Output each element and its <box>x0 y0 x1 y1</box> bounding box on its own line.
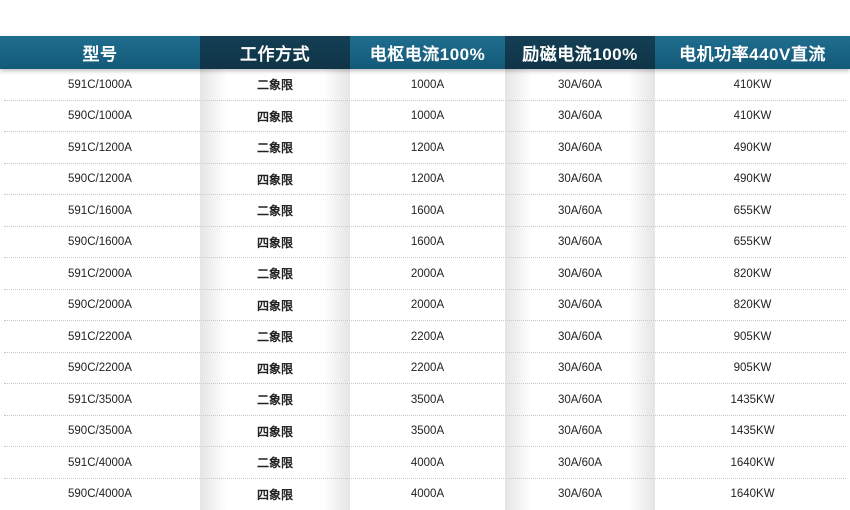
table-row: 590C/2200A四象限2200A30A/60A905KW <box>0 353 850 385</box>
header-mode: 工作方式 <box>200 36 350 69</box>
cell-model: 590C/4000A <box>0 479 200 510</box>
cell-model: 591C/1600A <box>0 195 200 227</box>
table-row: 590C/1600A四象限1600A30A/60A655KW <box>0 227 850 259</box>
cell-field-current: 30A/60A <box>505 384 655 416</box>
table-row: 590C/1200A四象限1200A30A/60A490KW <box>0 164 850 196</box>
cell-mode: 四象限 <box>200 101 350 133</box>
cell-mode: 二象限 <box>200 447 350 479</box>
table-row: 591C/3500A二象限3500A30A/60A1435KW <box>0 384 850 416</box>
cell-mode: 四象限 <box>200 164 350 196</box>
table-body: 591C/1000A二象限1000A30A/60A410KW590C/1000A… <box>0 69 850 510</box>
cell-mode: 四象限 <box>200 227 350 259</box>
cell-field-current: 30A/60A <box>505 258 655 290</box>
cell-armature-current: 1600A <box>350 195 505 227</box>
cell-field-current: 30A/60A <box>505 321 655 353</box>
cell-motor-power: 905KW <box>655 353 850 385</box>
cell-field-current: 30A/60A <box>505 227 655 259</box>
cell-motor-power: 655KW <box>655 195 850 227</box>
cell-motor-power: 655KW <box>655 227 850 259</box>
cell-armature-current: 2200A <box>350 353 505 385</box>
cell-mode: 四象限 <box>200 416 350 448</box>
cell-field-current: 30A/60A <box>505 132 655 164</box>
cell-model: 590C/1200A <box>0 164 200 196</box>
cell-armature-current: 1200A <box>350 164 505 196</box>
cell-armature-current: 2000A <box>350 290 505 322</box>
cell-field-current: 30A/60A <box>505 416 655 448</box>
header-field-current: 励磁电流100% <box>505 36 655 69</box>
cell-motor-power: 490KW <box>655 132 850 164</box>
cell-field-current: 30A/60A <box>505 290 655 322</box>
cell-mode: 二象限 <box>200 195 350 227</box>
header-armature-current: 电枢电流100% <box>350 36 505 69</box>
cell-mode: 二象限 <box>200 132 350 164</box>
cell-model: 590C/1600A <box>0 227 200 259</box>
cell-field-current: 30A/60A <box>505 101 655 133</box>
table-row: 591C/1600A二象限1600A30A/60A655KW <box>0 195 850 227</box>
cell-mode: 二象限 <box>200 384 350 416</box>
cell-armature-current: 2200A <box>350 321 505 353</box>
table-header: 型号 工作方式 电枢电流100% 励磁电流100% 电机功率440V直流 <box>0 36 850 69</box>
cell-armature-current: 1000A <box>350 101 505 133</box>
cell-mode: 二象限 <box>200 258 350 290</box>
cell-field-current: 30A/60A <box>505 479 655 510</box>
cell-motor-power: 410KW <box>655 69 850 101</box>
cell-model: 590C/1000A <box>0 101 200 133</box>
cell-armature-current: 4000A <box>350 447 505 479</box>
cell-model: 591C/2200A <box>0 321 200 353</box>
cell-mode: 二象限 <box>200 321 350 353</box>
cell-motor-power: 1640KW <box>655 447 850 479</box>
cell-model: 590C/2200A <box>0 353 200 385</box>
cell-model: 591C/3500A <box>0 384 200 416</box>
cell-armature-current: 1000A <box>350 69 505 101</box>
cell-mode: 二象限 <box>200 69 350 101</box>
cell-mode: 四象限 <box>200 353 350 385</box>
cell-armature-current: 3500A <box>350 416 505 448</box>
table-row: 591C/1000A二象限1000A30A/60A410KW <box>0 69 850 101</box>
cell-armature-current: 2000A <box>350 258 505 290</box>
table-row: 590C/1000A四象限1000A30A/60A410KW <box>0 101 850 133</box>
cell-motor-power: 820KW <box>655 258 850 290</box>
cell-mode: 四象限 <box>200 290 350 322</box>
cell-armature-current: 3500A <box>350 384 505 416</box>
cell-armature-current: 4000A <box>350 479 505 510</box>
cell-motor-power: 1640KW <box>655 479 850 510</box>
table-row: 590C/2000A四象限2000A30A/60A820KW <box>0 290 850 322</box>
cell-field-current: 30A/60A <box>505 69 655 101</box>
cell-motor-power: 820KW <box>655 290 850 322</box>
cell-model: 591C/1000A <box>0 69 200 101</box>
table-row: 590C/3500A四象限3500A30A/60A1435KW <box>0 416 850 448</box>
header-model: 型号 <box>0 36 200 69</box>
cell-mode: 四象限 <box>200 479 350 510</box>
table-row: 591C/4000A二象限4000A30A/60A1640KW <box>0 447 850 479</box>
table-row: 591C/2000A二象限2000A30A/60A820KW <box>0 258 850 290</box>
cell-field-current: 30A/60A <box>505 353 655 385</box>
cell-model: 591C/2000A <box>0 258 200 290</box>
cell-field-current: 30A/60A <box>505 164 655 196</box>
cell-armature-current: 1600A <box>350 227 505 259</box>
table-row: 591C/2200A二象限2200A30A/60A905KW <box>0 321 850 353</box>
cell-model: 591C/1200A <box>0 132 200 164</box>
cell-model: 591C/4000A <box>0 447 200 479</box>
cell-motor-power: 490KW <box>655 164 850 196</box>
cell-model: 590C/2000A <box>0 290 200 322</box>
cell-armature-current: 1200A <box>350 132 505 164</box>
cell-field-current: 30A/60A <box>505 195 655 227</box>
spec-table: 型号 工作方式 电枢电流100% 励磁电流100% 电机功率440V直流 591… <box>0 36 850 510</box>
cell-motor-power: 905KW <box>655 321 850 353</box>
header-motor-power: 电机功率440V直流 <box>655 36 850 69</box>
table-row: 590C/4000A四象限4000A30A/60A1640KW <box>0 479 850 510</box>
cell-motor-power: 1435KW <box>655 384 850 416</box>
cell-field-current: 30A/60A <box>505 447 655 479</box>
cell-motor-power: 1435KW <box>655 416 850 448</box>
table-row: 591C/1200A二象限1200A30A/60A490KW <box>0 132 850 164</box>
cell-model: 590C/3500A <box>0 416 200 448</box>
cell-motor-power: 410KW <box>655 101 850 133</box>
